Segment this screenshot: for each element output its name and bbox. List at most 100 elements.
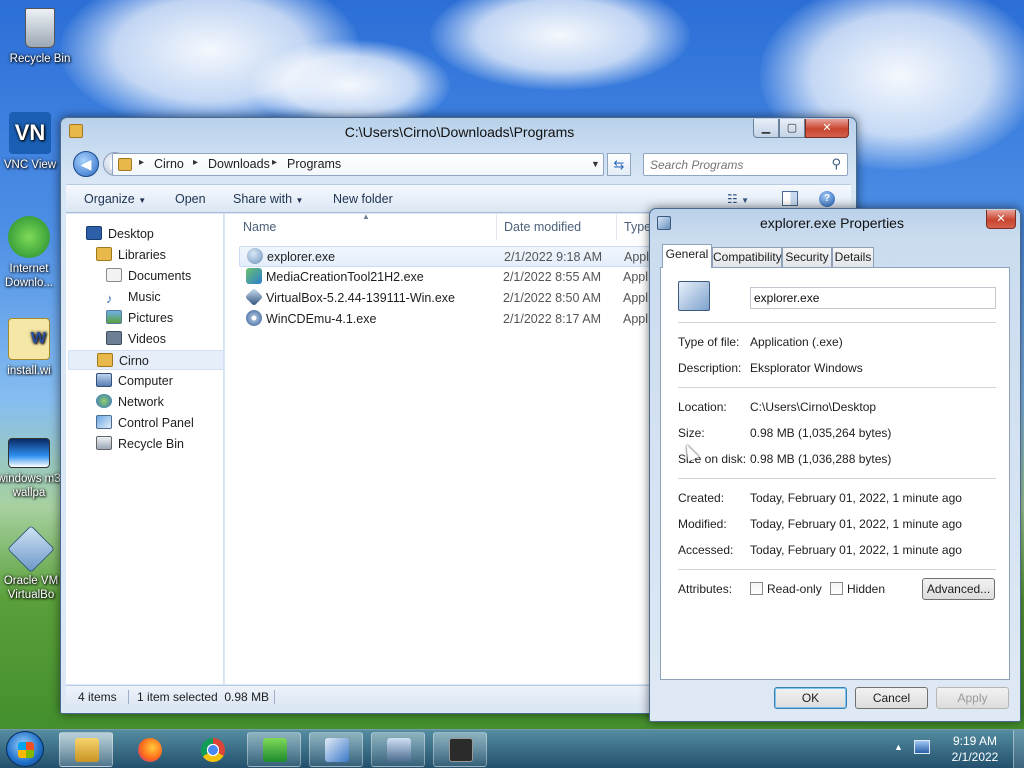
properties-titlebar[interactable]: explorer.exe Properties ✕ bbox=[650, 209, 1020, 239]
search-box[interactable]: ⚲ bbox=[643, 153, 848, 176]
taskbar-control-panel[interactable] bbox=[309, 732, 363, 767]
nav-item-desktop[interactable]: Desktop bbox=[86, 224, 154, 244]
cancel-button[interactable]: Cancel bbox=[855, 687, 928, 709]
column-header-date[interactable]: Date modified bbox=[497, 214, 617, 240]
nav-item-recycle-bin[interactable]: Recycle Bin bbox=[96, 434, 184, 454]
file-name: MediaCreationTool21H2.exe bbox=[266, 270, 424, 284]
checkbox-box bbox=[750, 582, 763, 595]
search-input[interactable] bbox=[650, 157, 820, 172]
tab-general[interactable]: General bbox=[662, 244, 712, 268]
nav-item-computer[interactable]: Computer bbox=[96, 371, 173, 391]
media-creation-tool-icon bbox=[246, 268, 262, 284]
breadcrumb-separator: ▸ bbox=[272, 157, 278, 168]
clock[interactable]: 9:19 AM 2/1/2022 bbox=[940, 733, 1010, 765]
file-row-mediacreationtool[interactable]: MediaCreationTool21H2.exe 2/1/2022 8:55 … bbox=[239, 267, 651, 288]
breadcrumb-programs[interactable]: Programs bbox=[287, 157, 341, 171]
help-button[interactable]: ? bbox=[819, 191, 835, 207]
type-label: Type of file: bbox=[678, 335, 740, 349]
nav-item-network[interactable]: Network bbox=[96, 392, 164, 412]
desktop-icon-recycle-bin[interactable]: Recycle Bin bbox=[0, 8, 80, 66]
separator bbox=[678, 387, 996, 388]
nav-item-pictures[interactable]: Pictures bbox=[106, 308, 173, 328]
network-tray-icon[interactable] bbox=[914, 740, 930, 754]
share-with-button[interactable]: Share with ▼ bbox=[233, 192, 303, 206]
file-type: Appl bbox=[623, 312, 649, 326]
internet-download-manager-icon bbox=[8, 216, 50, 258]
nav-item-cirno[interactable]: Cirno bbox=[68, 350, 224, 370]
apply-button[interactable]: Apply bbox=[936, 687, 1009, 709]
taskbar-downloads[interactable] bbox=[247, 732, 301, 767]
organize-button[interactable]: Organize ▼ bbox=[84, 192, 146, 206]
desktop-icon-idm[interactable]: Internet Downlo... bbox=[0, 216, 64, 290]
desktop-icon-vnc[interactable]: VN VNC View bbox=[0, 112, 66, 172]
new-folder-button[interactable]: New folder bbox=[333, 192, 393, 206]
nav-item-control-panel[interactable]: Control Panel bbox=[96, 413, 194, 433]
address-dropdown-button[interactable]: ▼ bbox=[591, 159, 600, 169]
recycle-bin-icon bbox=[96, 436, 112, 450]
nav-item-videos[interactable]: Videos bbox=[106, 329, 166, 349]
videos-icon bbox=[106, 331, 122, 345]
chevron-down-icon: ▼ bbox=[741, 196, 750, 205]
properties-close-button[interactable]: ✕ bbox=[986, 210, 1016, 229]
taskbar-vm[interactable] bbox=[433, 732, 487, 767]
nav-item-music[interactable]: ♪ Music bbox=[106, 287, 161, 307]
file-row-wincdemu[interactable]: WinCDEmu-4.1.exe 2/1/2022 8:17 AM Appl bbox=[239, 309, 651, 330]
clock-date: 2/1/2022 bbox=[951, 750, 999, 764]
created-label: Created: bbox=[678, 491, 725, 505]
maximize-button[interactable]: ▢ bbox=[779, 119, 805, 138]
clock-time: 9:19 AM bbox=[952, 734, 998, 748]
readonly-checkbox[interactable]: Read-only bbox=[750, 582, 822, 596]
desktop-icon-wallpaper[interactable]: windows m3 wallpa bbox=[0, 438, 64, 500]
desktop-icon-label: install.wi bbox=[7, 365, 51, 377]
start-button[interactable] bbox=[6, 731, 44, 767]
show-hidden-icons-button[interactable]: ▲ bbox=[894, 742, 903, 752]
size-value: 0.98 MB (1,035,264 bytes) bbox=[750, 426, 892, 440]
nav-label: Control Panel bbox=[118, 416, 194, 430]
desktop-icon-virtualbox[interactable]: Oracle VM VirtualBo bbox=[0, 525, 68, 602]
file-row-explorer[interactable]: explorer.exe 2/1/2022 9:18 AM Appl bbox=[239, 246, 651, 267]
tab-details[interactable]: Details bbox=[832, 247, 874, 267]
advanced-button[interactable]: Advanced... bbox=[922, 578, 995, 600]
breadcrumb-cirno[interactable]: Cirno bbox=[154, 157, 184, 171]
wincdemu-icon bbox=[246, 310, 262, 326]
taskbar-explorer[interactable] bbox=[59, 732, 113, 767]
window-title: C:\Users\Cirno\Downloads\Programs bbox=[344, 124, 575, 140]
file-name: WinCDEmu-4.1.exe bbox=[266, 312, 377, 326]
refresh-button[interactable]: ⇆ bbox=[607, 153, 631, 176]
nav-item-documents[interactable]: Documents bbox=[106, 266, 191, 286]
tab-security[interactable]: Security bbox=[782, 247, 832, 267]
properties-title: explorer.exe Properties bbox=[760, 215, 904, 231]
hidden-checkbox[interactable]: Hidden bbox=[830, 582, 885, 596]
taskbar-remote-desktop[interactable] bbox=[371, 732, 425, 767]
file-name: VirtualBox-5.2.44-139111-Win.exe bbox=[266, 291, 455, 305]
tab-compatibility[interactable]: Compatibility bbox=[712, 247, 782, 267]
preview-pane-button[interactable] bbox=[782, 191, 798, 206]
address-bar[interactable]: ▸ Cirno ▸ Downloads ▸ Programs ▼ bbox=[112, 153, 604, 176]
chevron-down-icon: ▼ bbox=[138, 196, 147, 205]
search-icon: ⚲ bbox=[831, 156, 841, 171]
column-header-name[interactable]: Name bbox=[225, 214, 497, 240]
created-value: Today, February 01, 2022, 1 minute ago bbox=[750, 491, 962, 505]
file-list: ▲ Name Date modified Type explorer.exe 2… bbox=[225, 212, 651, 684]
back-button[interactable]: ◀ bbox=[73, 151, 99, 177]
modified-label: Modified: bbox=[678, 517, 727, 531]
file-row-virtualbox[interactable]: VirtualBox-5.2.44-139111-Win.exe 2/1/202… bbox=[239, 287, 651, 309]
nav-label: Desktop bbox=[108, 227, 154, 241]
desktop-icon-label: Oracle VM VirtualBo bbox=[3, 575, 59, 601]
taskbar-chrome[interactable] bbox=[185, 732, 239, 767]
explorer-titlebar[interactable]: C:\Users\Cirno\Downloads\Programs ▁ ▢ ✕ bbox=[61, 118, 856, 148]
ok-button[interactable]: OK bbox=[774, 687, 847, 709]
item-count: 4 items bbox=[78, 690, 117, 704]
vm-icon bbox=[449, 738, 473, 762]
nav-item-libraries[interactable]: Libraries bbox=[96, 245, 166, 265]
show-desktop-button[interactable] bbox=[1013, 730, 1024, 768]
music-icon: ♪ bbox=[106, 291, 113, 306]
open-button[interactable]: Open bbox=[175, 192, 206, 206]
taskbar-firefox[interactable] bbox=[122, 732, 176, 767]
close-button[interactable]: ✕ bbox=[805, 119, 849, 138]
desktop-icon-install[interactable]: W install.wi bbox=[0, 318, 64, 378]
minimize-button[interactable]: ▁ bbox=[753, 119, 779, 138]
filename-field[interactable] bbox=[750, 287, 996, 309]
breadcrumb-downloads[interactable]: Downloads bbox=[208, 157, 270, 171]
view-options-button[interactable]: ☷ ▼ bbox=[727, 192, 749, 206]
